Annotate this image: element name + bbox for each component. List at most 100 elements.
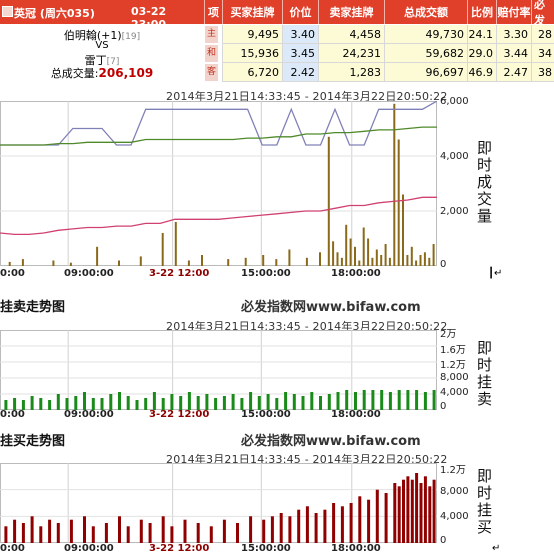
cell-bf: 28 [531,25,554,44]
chart-bar [144,398,148,410]
chart-bar [56,523,60,543]
col-header-ratio: 比例 [467,0,496,24]
chart-bar [201,255,203,266]
return-glyph: ↵ [492,543,501,554]
chart-bar [83,516,86,543]
chart-bar [384,244,387,266]
chart-bar [48,519,52,543]
p2-ytick: 8,000 [440,372,469,383]
p3-xtick: 0:00 [0,543,25,554]
chart-bar [126,526,130,543]
cell-total: 49,730 [384,25,467,44]
chart-bar [380,390,384,410]
plot-frame [0,463,437,543]
select-checkbox[interactable] [2,6,13,17]
chart-bar [340,257,343,266]
cell-payout: 3.30 [496,25,531,44]
p2-ytick: 1.6万 [440,345,466,356]
chart-bar [336,252,339,266]
chart-bar [196,523,200,543]
chart-bar [349,503,353,543]
p2-ylabel: 即时挂卖 [475,340,493,408]
chart-bar [109,394,113,410]
chart-bar [118,516,121,543]
chart-bar [288,249,291,266]
chart-bar [332,503,336,543]
col-header-total: 总成交额 [384,0,467,24]
chart-bar [96,246,99,266]
chart-bar [91,526,95,543]
buy-chart [0,463,437,543]
chart-bar [354,246,356,266]
chart-bar [152,392,156,410]
chart-bar [410,479,414,543]
p2-xtick: 0:00 [0,409,25,420]
chart-bar [4,526,8,543]
chart-bar [415,260,418,266]
chart-bar [104,523,108,543]
match-header: 英冠 (周六035) 03-22 23:00 [0,0,204,31]
p3-ytick: 1.2万 [440,465,466,476]
chart-bar [393,103,396,266]
p3-xtick: 15:00:00 [241,543,291,554]
chart-bar [139,519,143,543]
chart-bar [301,396,305,410]
chart-bar [375,249,378,266]
chart-bar [336,392,340,410]
chart-bar [266,394,270,410]
chart-bar [236,523,239,543]
chart-bar [275,259,278,266]
cell-sell: 24,231 [318,44,384,63]
p1-xtick: 0:00 [0,268,25,279]
teams-info: 伯明翰(+1)[19] VS 雷丁[7] 总成交量:206,109 [0,25,204,80]
chart-bar [349,238,352,266]
chart-bar [161,233,164,266]
chart-bar [257,396,261,410]
volume-chart [0,101,437,266]
vs-label: VS [95,40,109,51]
chart-bar [249,392,253,410]
chart-bar [21,259,24,266]
chart-bar [345,390,349,410]
p1-ylabel: 即时成交量 [475,140,493,225]
chart-bar [358,496,362,543]
p2-title: 挂卖走势图 [0,300,66,315]
cell-price: 2.42 [282,63,318,82]
cell-payout: 3.44 [496,44,531,63]
chart-bar [262,255,265,266]
p1-xtick: 18:00:00 [331,268,381,279]
chart-bar [222,519,226,543]
row-label: 和 [205,45,218,62]
p1-xtick: 3-22 12:00 [149,268,210,279]
chart-bar [323,509,327,543]
cell-sell: 4,458 [318,25,384,44]
chart-bar [39,398,43,410]
chart-bar [83,392,86,410]
p1-ytick: 6,000 [440,96,469,107]
col-header-buy: 买家挂牌 [222,0,282,24]
chart-bar [214,398,218,410]
chart-bar [406,255,409,266]
sell-chart [0,330,437,410]
chart-bar [402,479,405,543]
match-title: 英冠 (周六035) [14,7,95,20]
chart-bar [375,489,379,543]
chart-bar [314,513,318,543]
chart-bar [362,227,365,266]
chart-bar [415,473,419,543]
col-header-sell: 卖家挂牌 [318,0,384,24]
cell-bf: 34 [531,44,554,63]
cell-ratio: 24.1 [467,25,496,44]
cell-buy: 15,936 [222,44,282,63]
chart-bar [410,246,413,266]
chart-bar [52,260,55,266]
chart-bar [170,394,174,410]
chart-bar [56,394,60,410]
chart-bar [139,256,142,266]
chart-bar [367,499,371,543]
chart-bar [423,392,427,410]
chart-bar [13,519,17,543]
chart-bar [69,262,72,266]
chart-bar [179,396,183,410]
cell-total: 59,682 [384,44,467,63]
